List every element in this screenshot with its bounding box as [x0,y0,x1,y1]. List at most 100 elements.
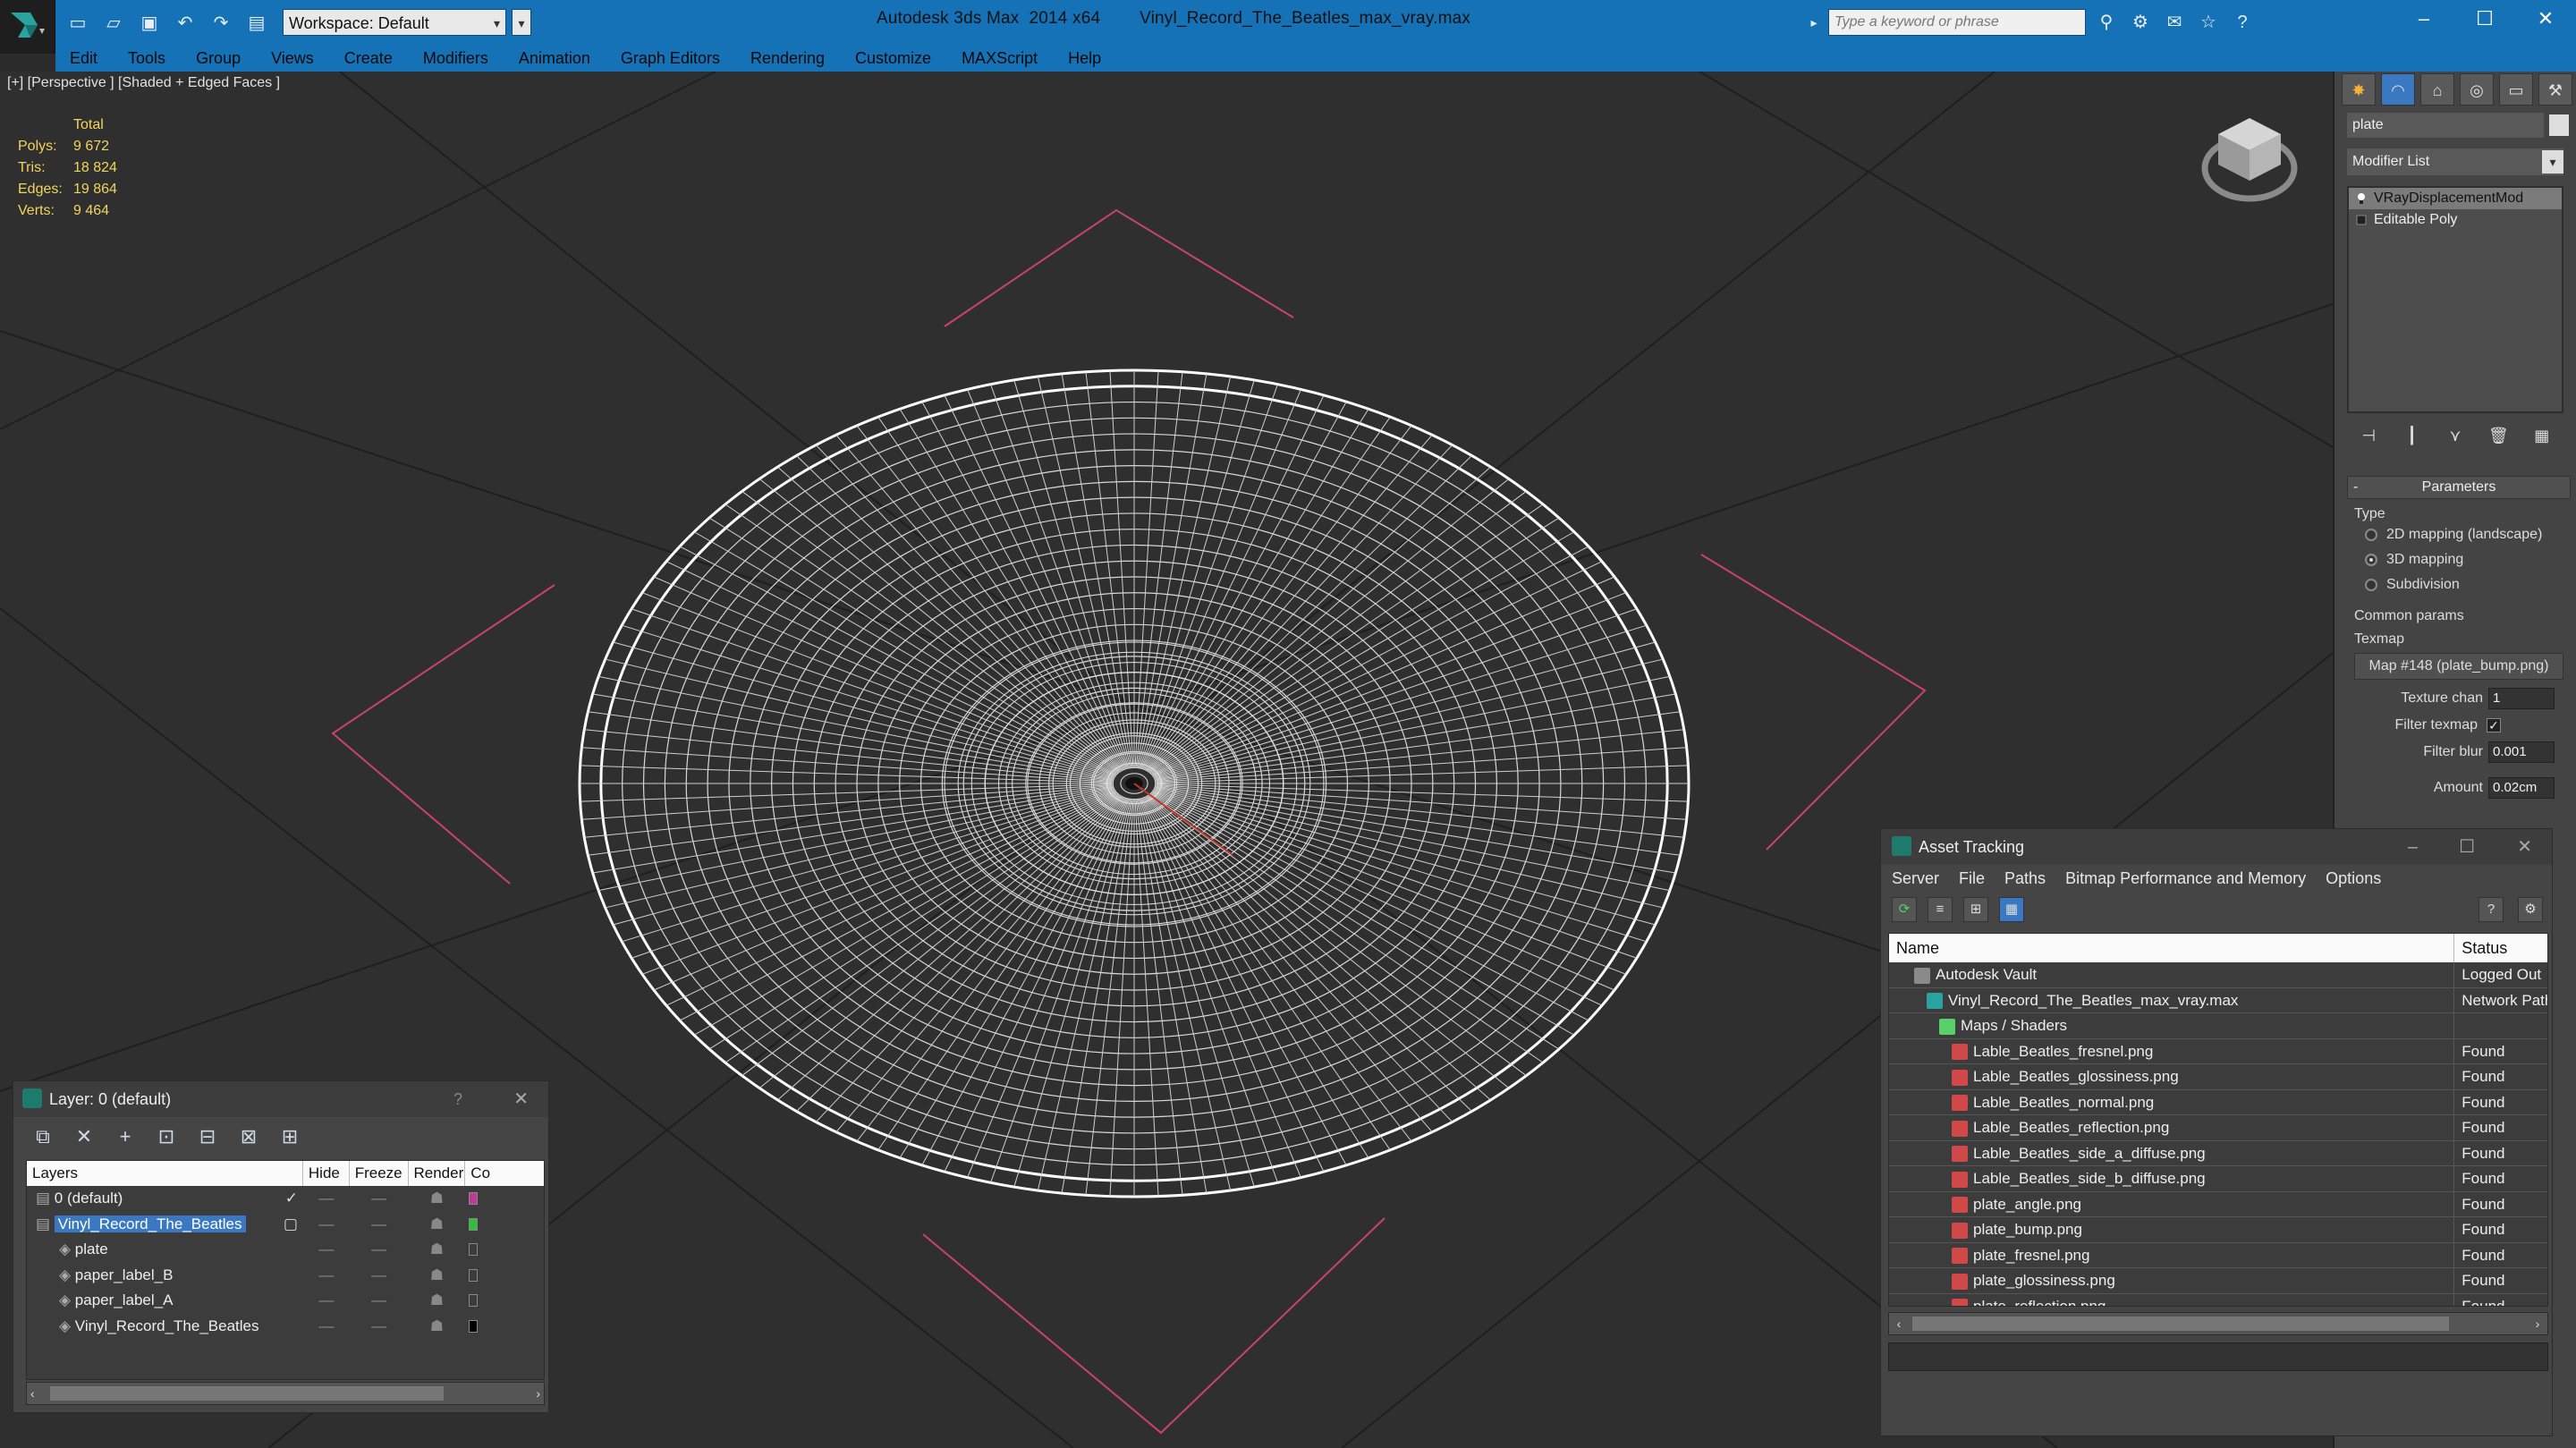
hide-toggle-icon[interactable]: — [303,1288,350,1314]
asset-row[interactable]: Vinyl_Record_The_Beatles_max_vray.max Net… [1889,987,2547,1013]
scroll-right-icon[interactable]: › [536,1383,540,1404]
layer-color-cell[interactable] [465,1237,544,1263]
hide-toggle-icon[interactable]: — [303,1314,350,1340]
asset-row[interactable]: Maps / Shaders [1889,1013,2547,1039]
menu-maxscript[interactable]: MAXScript [962,49,1038,68]
column-header-name[interactable]: Name [1889,934,2455,962]
motion-tab-icon[interactable]: ◎ [2460,73,2494,106]
app-logo[interactable] [0,0,55,54]
layer-color-swatch[interactable] [469,1268,479,1282]
hide-toggle-icon[interactable]: — [303,1212,350,1238]
settings-icon[interactable]: ⚙ [2518,897,2543,922]
make-unique-icon[interactable]: ⋎ [2442,422,2469,449]
texmap-button[interactable]: Map #148 (plate_bump.png) [2354,653,2563,680]
configure-modifier-sets-icon[interactable]: ▦ [2529,422,2555,449]
vinyl-record-mesh[interactable] [578,368,1690,1198]
modify-tab-icon[interactable]: ◠ [2381,73,2415,106]
asset-row[interactable]: plate_reflection.png Found [1889,1293,2547,1306]
stack-item-editable-poly[interactable]: Editable Poly [2349,209,2562,231]
column-header-status[interactable]: Status [2454,934,2547,962]
layer-color-cell[interactable] [465,1212,544,1238]
stack-item-vraydisplacement[interactable]: VRayDisplacementMod [2349,188,2562,209]
delete-layer-icon[interactable]: ✕ [72,1125,96,1148]
display-tab-icon[interactable]: ▭ [2499,73,2533,106]
asset-row[interactable]: plate_fresnel.png Found [1889,1242,2547,1268]
layer-color-swatch[interactable] [469,1243,479,1256]
new-file-icon[interactable]: ▭ [63,8,93,37]
workspace-options-button[interactable]: ▾ [512,9,531,36]
freeze-all-layers-icon[interactable]: ⊞ [278,1125,301,1148]
radio-2d-mapping[interactable]: 2D mapping (landscape) [2347,522,2571,547]
asset-row[interactable]: Lable_Beatles_glossiness.png Found [1889,1064,2547,1090]
create-layer-icon[interactable]: ⧉ [31,1125,55,1148]
column-header-color[interactable]: Co [465,1161,544,1186]
render-toggle-icon[interactable]: ☗ [409,1186,466,1212]
set-active-layer-icon[interactable]: ▢ [284,1212,298,1237]
radio-3d-mapping[interactable]: 3D mapping [2347,547,2571,572]
parameters-rollout-header[interactable]: - Parameters [2347,476,2571,499]
scroll-right-icon[interactable]: › [2528,1313,2547,1334]
asset-horizontal-scrollbar[interactable]: ‹ › [1888,1312,2548,1335]
radio-subdivision[interactable]: Subdivision [2347,572,2571,597]
tree-view-icon[interactable]: ⊞ [1963,897,1988,922]
freeze-toggle-icon[interactable]: — [350,1288,409,1314]
menu-modifiers[interactable]: Modifiers [423,49,488,68]
hide-toggle-icon[interactable]: — [303,1186,350,1212]
expand-plus-icon[interactable] [2356,214,2367,226]
asset-row[interactable]: Lable_Beatles_fresnel.png Found [1889,1038,2547,1064]
asset-menu-bitmap-performance-and-memory[interactable]: Bitmap Performance and Memory [2065,869,2306,888]
close-button[interactable]: ✕ [2517,829,2532,865]
layer-color-cell[interactable] [465,1288,544,1314]
asset-row[interactable]: plate_angle.png Found [1889,1191,2547,1217]
render-toggle-icon[interactable]: ☗ [409,1237,466,1263]
menu-group[interactable]: Group [196,49,241,68]
freeze-toggle-icon[interactable]: — [350,1186,409,1212]
render-toggle-icon[interactable]: ☗ [409,1314,466,1340]
asset-row[interactable]: Lable_Beatles_normal.png Found [1889,1089,2547,1115]
hide-toggle-icon[interactable]: — [303,1263,350,1289]
search-input[interactable]: Type a keyword or phrase [1828,9,2086,36]
layer-color-swatch[interactable] [469,1319,479,1333]
menu-rendering[interactable]: Rendering [750,49,825,68]
scroll-thumb[interactable] [1912,1317,2449,1331]
help-button[interactable]: ? [453,1081,462,1117]
undo-icon[interactable]: ↶ [170,8,200,37]
layer-color-swatch[interactable] [469,1294,479,1307]
asset-row[interactable]: plate_glossiness.png Found [1889,1268,2547,1294]
scroll-left-icon[interactable]: ‹ [1889,1313,1909,1334]
save-file-icon[interactable]: ▣ [134,8,165,37]
asset-tracking-titlebar[interactable]: Asset Tracking – ☐ ✕ [1881,829,2552,865]
asset-path-field[interactable] [1888,1342,2548,1371]
amount-spinner[interactable]: 0.02cm [2488,777,2555,799]
layer-row[interactable]: ◈ plate — — ☗ [27,1237,544,1263]
maximize-button[interactable]: ☐ [2454,0,2515,38]
binoculars-icon[interactable]: ⚲ [2093,9,2120,36]
render-toggle-icon[interactable]: ☗ [409,1263,466,1289]
asset-row[interactable]: Lable_Beatles_side_a_diffuse.png Found [1889,1140,2547,1166]
asset-menu-server[interactable]: Server [1892,869,1939,888]
render-toggle-icon[interactable]: ☗ [409,1212,466,1238]
modifier-list-dropdown[interactable]: Modifier List ▾ [2347,148,2563,175]
menu-edit[interactable]: Edit [70,49,97,68]
menu-views[interactable]: Views [271,49,314,68]
layer-horizontal-scrollbar[interactable]: ‹ › [26,1382,545,1405]
remove-modifier-icon[interactable]: 🗑 [2485,422,2512,449]
filter-texmap-checkbox[interactable]: ✓ [2487,718,2501,732]
lightbulb-icon[interactable] [2356,192,2367,205]
layer-row[interactable]: ◈ paper_label_B — — ☗ [27,1263,544,1289]
object-color-swatch[interactable] [2549,114,2569,136]
redo-icon[interactable]: ↷ [206,8,236,37]
hide-all-layers-icon[interactable]: ⊠ [237,1125,260,1148]
menu-help[interactable]: Help [1068,49,1101,68]
add-to-layer-icon[interactable]: + [114,1125,137,1148]
close-button[interactable]: ✕ [513,1081,529,1117]
column-header-freeze[interactable]: Freeze [350,1161,409,1186]
menu-animation[interactable]: Animation [519,49,590,68]
create-tab-icon[interactable]: ✸ [2342,73,2376,106]
help-icon[interactable]: ? [2479,897,2504,922]
minimize-button[interactable]: – [2408,829,2418,865]
communication-icon[interactable]: ✉ [2161,9,2188,36]
highlight-layer-icon[interactable]: ⊟ [196,1125,219,1148]
help-icon[interactable]: ? [2229,9,2256,36]
workspace-dropdown[interactable]: Workspace: Default ▾ [283,9,506,36]
